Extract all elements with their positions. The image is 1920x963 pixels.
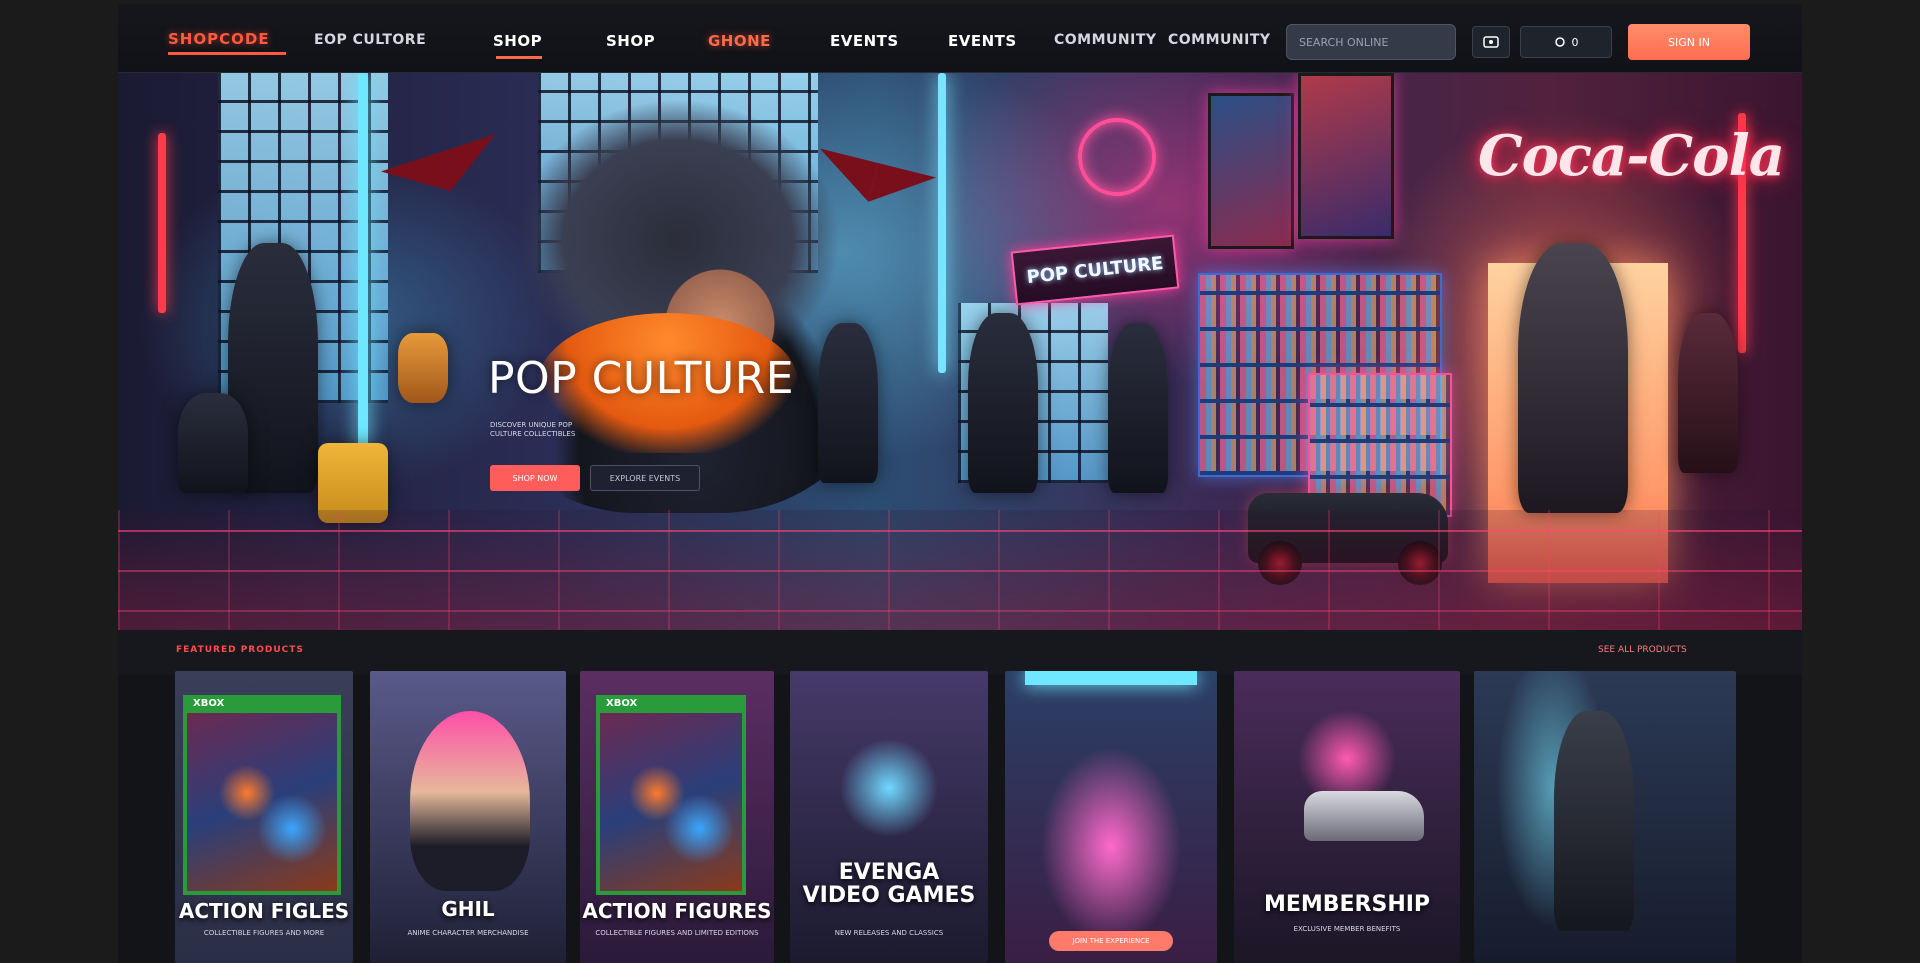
card-title: ACTION FIGLES <box>178 899 350 923</box>
figure-gunner <box>1108 323 1168 493</box>
figure-anime-girl <box>818 323 878 483</box>
product-card-anime[interactable]: GHIL ANIME CHARACTER MERCHANDISE <box>370 671 566 963</box>
product-card-membership[interactable]: MEMBERSHIP EXCLUSIVE MEMBER BENEFITS <box>1234 671 1460 963</box>
game-box-brand: XBOX <box>606 698 638 709</box>
nav-link-community-2[interactable]: COMMUNITY <box>1168 32 1271 48</box>
card-caption: NEW RELEASES AND CLASSICS <box>834 929 944 937</box>
nav-active-indicator <box>496 56 542 59</box>
coca-cola-sign: Coca-Cola <box>1478 123 1785 189</box>
user-icon <box>1483 36 1499 48</box>
product-card-soldier[interactable] <box>1474 671 1736 963</box>
neon-tube-cyan-center <box>938 73 946 373</box>
top-nav: SHOPCODE EOP CULTORE SHOP SHOP GHONE EVE… <box>118 4 1802 73</box>
game-box-art: XBOX <box>183 695 341 895</box>
membership-car-art <box>1304 791 1424 841</box>
neon-ring-sign <box>1078 118 1156 196</box>
join-experience-button[interactable]: JOIN THE EXPERIENCE <box>1049 931 1173 951</box>
see-all-link[interactable]: SEE ALL PRODUCTS <box>1598 645 1687 655</box>
figure-girl-right <box>1678 313 1738 473</box>
neon-tube-cyan-left <box>358 73 368 453</box>
card-title: GHIL <box>441 897 495 921</box>
product-card-action-figures[interactable]: XBOX ACTION FIGLES COLLECTIBLE FIGURES A… <box>175 671 353 963</box>
nav-link-home[interactable]: GHONE <box>708 32 771 50</box>
figure-robot <box>968 313 1038 493</box>
product-card-video-games[interactable]: EVENGA VIDEO GAMES NEW RELEASES AND CLAS… <box>790 671 988 963</box>
card-caption: ANIME CHARACTER MERCHANDISE <box>407 929 529 937</box>
app-frame: SHOPCODE EOP CULTORE SHOP SHOP GHONE EVE… <box>118 4 1802 963</box>
product-card-action-figures-2[interactable]: XBOX ACTION FIGURES COLLECTIBLE FIGURES … <box>580 671 774 963</box>
nav-link-community[interactable]: COMMUNITY <box>1054 32 1157 48</box>
hero-banner: POP CULTURE Coca-Cola POP CULTURE DISCOV… <box>118 73 1802 630</box>
figure-armored-soldier <box>1518 243 1628 513</box>
search-input[interactable] <box>1286 24 1456 60</box>
cart-count: 0 <box>1571 35 1579 49</box>
explore-events-button[interactable]: EXPLORE EVENTS <box>590 465 700 491</box>
figure-crouched <box>178 393 248 493</box>
product-card-experience[interactable]: JOIN THE EXPERIENCE <box>1005 671 1217 963</box>
game-box-art: XBOX <box>596 695 746 895</box>
nav-link-pop-culture[interactable]: EOP CULTORE <box>314 32 426 48</box>
sign-in-button[interactable]: SIGN IN <box>1628 24 1750 60</box>
comic-poster-1 <box>1208 93 1294 249</box>
section-title: FEATURED PRODUCTS <box>176 645 304 655</box>
card-title: MEMBERSHIP <box>1263 892 1431 917</box>
shop-now-button[interactable]: SHOP NOW <box>490 465 580 491</box>
logo-underline <box>168 52 286 55</box>
card-caption: COLLECTIBLE FIGURES AND MORE <box>203 929 325 937</box>
neon-ceiling-light <box>1025 671 1197 685</box>
cart-button[interactable]: 0 <box>1520 26 1612 58</box>
anime-character-art <box>410 711 530 891</box>
user-icon-button[interactable] <box>1472 26 1510 58</box>
card-caption: COLLECTIBLE FIGURES AND LIMITED EDITIONS <box>595 929 759 937</box>
nav-link-events[interactable]: EVENTS <box>830 32 899 50</box>
comic-poster-2 <box>1298 73 1394 239</box>
nav-link-shop[interactable]: SHOP <box>493 32 542 50</box>
figure-owl-toy <box>398 333 448 403</box>
nav-link-events-2[interactable]: EVENTS <box>948 32 1017 50</box>
site-logo[interactable]: SHOPCODE <box>168 30 270 48</box>
nav-link-shop-2[interactable]: SHOP <box>606 32 655 50</box>
hero-subtitle: DISCOVER UNIQUE POP CULTURE COLLECTIBLES <box>490 421 576 438</box>
hero-title: POP CULTURE <box>488 353 795 404</box>
cart-icon <box>1554 37 1565 47</box>
neon-tube-red-left <box>158 133 166 313</box>
featured-section-header: FEATURED PRODUCTS SEE ALL PRODUCTS <box>118 630 1802 674</box>
armored-soldier-art <box>1554 711 1634 931</box>
game-box-brand: XBOX <box>193 698 225 709</box>
neon-floor <box>118 510 1802 630</box>
card-caption: EXCLUSIVE MEMBER BENEFITS <box>1293 925 1401 933</box>
card-title: ACTION FIGURES <box>582 899 772 923</box>
card-title: EVENGA VIDEO GAMES <box>802 860 976 909</box>
store-sign: POP CULTURE <box>1010 234 1180 306</box>
